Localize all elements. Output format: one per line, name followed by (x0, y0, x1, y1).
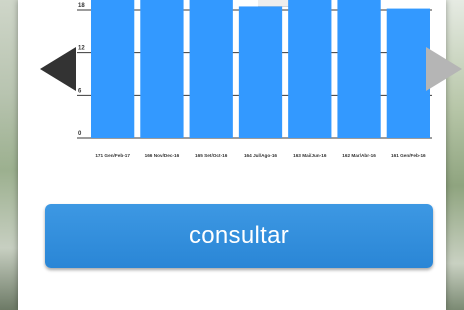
arrow-left-icon[interactable] (38, 45, 78, 93)
bar (337, 0, 381, 138)
y-tick-label: 12 (78, 46, 85, 52)
bar (140, 0, 184, 138)
x-tick-label: 163 Mai/Jun-16 (293, 153, 327, 158)
y-tick-label: 18 (78, 3, 85, 9)
bar-chart: 0 6 12 18 171 Gen/Feb-17 166 Nov/Dec-16 165 Se… (77, 0, 432, 158)
bar (238, 6, 283, 139)
consult-button[interactable]: consultar (45, 204, 433, 268)
y-tick-label: 6 (78, 88, 82, 94)
x-tick-label: 171 Gen/Feb-17 (95, 153, 130, 158)
x-tick-label: 166 Nov/Dec-16 (145, 153, 180, 158)
x-tick-label: 165 Set/Oct-16 (195, 153, 228, 158)
x-tick-label: 164 Jul/Ago-16 (244, 153, 277, 158)
arrow-right-icon[interactable] (424, 45, 464, 93)
bar (288, 0, 332, 138)
bar (189, 0, 233, 138)
x-tick-label: 162 Mar/Abr-16 (342, 153, 376, 158)
x-tick-label: 161 Gen/Feb-16 (391, 153, 426, 158)
bar (91, 0, 135, 138)
y-tick-label: 0 (78, 131, 82, 137)
